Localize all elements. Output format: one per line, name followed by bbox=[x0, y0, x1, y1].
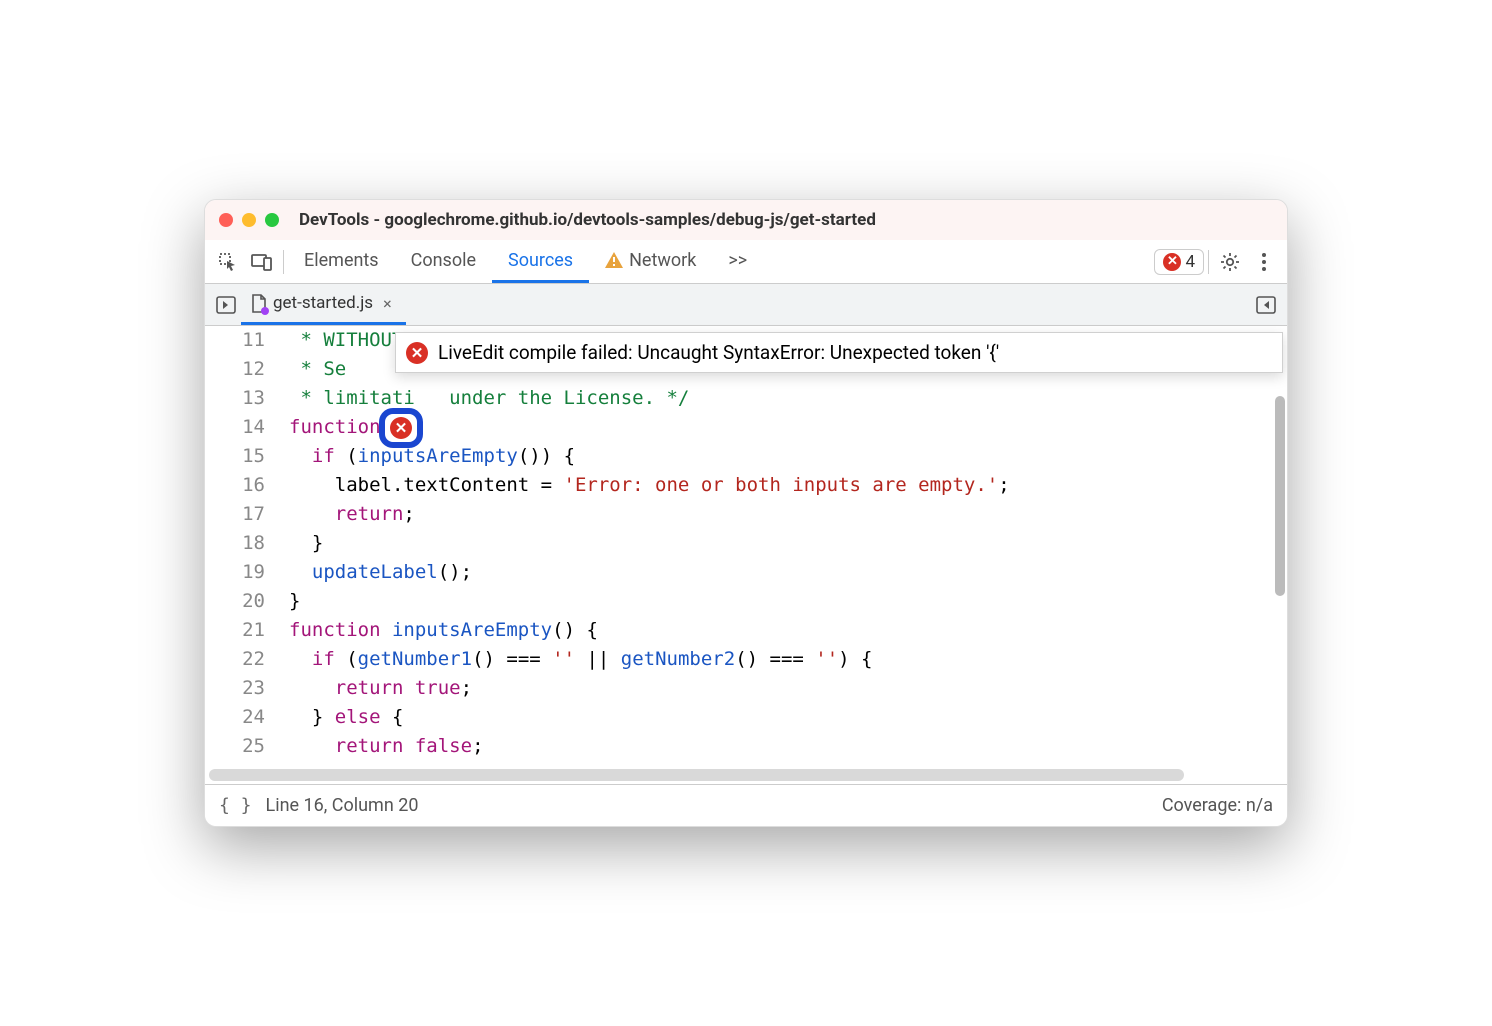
panel-tabs: Elements Console Sources Network >> bbox=[288, 240, 763, 283]
tab-sources[interactable]: Sources bbox=[492, 240, 589, 283]
line-number[interactable]: 18 bbox=[205, 529, 265, 558]
tab-elements[interactable]: Elements bbox=[288, 240, 395, 283]
code-line[interactable]: if (getNumber1() === '' || getNumber2() … bbox=[289, 645, 1287, 674]
more-tabs-label: >> bbox=[728, 250, 747, 271]
error-icon: ✕ bbox=[1163, 253, 1181, 271]
line-number[interactable]: 17 bbox=[205, 500, 265, 529]
tab-label: Network bbox=[629, 250, 696, 271]
file-tab-name: get-started.js bbox=[273, 293, 373, 313]
tab-label: Sources bbox=[508, 250, 573, 271]
close-window-button[interactable] bbox=[219, 213, 233, 227]
maximize-window-button[interactable] bbox=[265, 213, 279, 227]
code-line[interactable]: label.textContent = 'Error: one or both … bbox=[289, 471, 1287, 500]
line-number[interactable]: 13 bbox=[205, 384, 265, 413]
line-number[interactable]: 25 bbox=[205, 732, 265, 761]
line-number[interactable]: 11 bbox=[205, 326, 265, 355]
code-content[interactable]: * WITHOUT WARRANTIES OR CONDITIONS OF AN… bbox=[285, 326, 1287, 766]
file-tab[interactable]: get-started.js × bbox=[241, 284, 406, 325]
warning-icon bbox=[605, 252, 623, 268]
line-number[interactable]: 20 bbox=[205, 587, 265, 616]
editor: 111213141516171819202122232425 * WITHOUT… bbox=[205, 326, 1287, 766]
modified-dot-icon bbox=[261, 307, 269, 315]
line-number[interactable]: 21 bbox=[205, 616, 265, 645]
code-line[interactable]: } else { bbox=[289, 703, 1287, 732]
code-line[interactable]: function inputsAreEmpty() { bbox=[289, 616, 1287, 645]
line-number[interactable]: 19 bbox=[205, 558, 265, 587]
line-number[interactable]: 16 bbox=[205, 471, 265, 500]
code-line[interactable]: return false; bbox=[289, 732, 1287, 761]
code-line[interactable]: return true; bbox=[289, 674, 1287, 703]
error-count: 4 bbox=[1185, 252, 1195, 272]
tab-network[interactable]: Network bbox=[589, 240, 712, 283]
code-line[interactable]: return; bbox=[289, 500, 1287, 529]
coverage-status: Coverage: n/a bbox=[1162, 795, 1273, 816]
traffic-lights bbox=[219, 213, 279, 227]
scrollbar-thumb[interactable] bbox=[1275, 396, 1285, 596]
error-tooltip-text: LiveEdit compile failed: Uncaught Syntax… bbox=[438, 341, 999, 364]
tab-label: Console bbox=[411, 250, 476, 271]
tab-label: Elements bbox=[304, 250, 379, 271]
separator bbox=[1208, 250, 1209, 274]
line-number[interactable]: 24 bbox=[205, 703, 265, 732]
code-line[interactable]: } bbox=[289, 587, 1287, 616]
line-number-gutter: 111213141516171819202122232425 bbox=[205, 326, 285, 766]
file-tab-bar: get-started.js × bbox=[205, 284, 1287, 326]
code-line[interactable]: * limitati under the License. */ bbox=[289, 384, 1287, 413]
scrollbar-thumb[interactable] bbox=[209, 769, 1184, 781]
settings-icon[interactable] bbox=[1213, 245, 1247, 279]
devtools-window: DevTools - googlechrome.github.io/devtoo… bbox=[204, 199, 1288, 827]
show-navigator-icon[interactable] bbox=[211, 290, 241, 320]
code-line[interactable]: updateLabel(); bbox=[289, 558, 1287, 587]
line-number[interactable]: 23 bbox=[205, 674, 265, 703]
separator bbox=[283, 250, 284, 274]
device-toolbar-icon[interactable] bbox=[245, 245, 279, 279]
line-number[interactable]: 22 bbox=[205, 645, 265, 674]
main-toolbar: Elements Console Sources Network >> ✕ 4 bbox=[205, 240, 1287, 284]
code-editor[interactable]: 111213141516171819202122232425 * WITHOUT… bbox=[205, 326, 1287, 766]
horizontal-scrollbar[interactable] bbox=[205, 766, 1287, 784]
error-icon: ✕ bbox=[406, 342, 428, 364]
window-title: DevTools - googlechrome.github.io/devtoo… bbox=[299, 210, 876, 230]
error-tooltip: ✕ LiveEdit compile failed: Uncaught Synt… bbox=[395, 332, 1283, 373]
titlebar: DevTools - googlechrome.github.io/devtoo… bbox=[205, 200, 1287, 240]
code-line[interactable]: } bbox=[289, 529, 1287, 558]
line-number[interactable]: 12 bbox=[205, 355, 265, 384]
cursor-position: Line 16, Column 20 bbox=[266, 795, 419, 816]
code-line[interactable]: if (inputsAreEmpty()) { bbox=[289, 442, 1287, 471]
pretty-print-icon[interactable]: { } bbox=[219, 795, 252, 816]
error-icon: ✕ bbox=[390, 417, 412, 439]
status-bar: { } Line 16, Column 20 Coverage: n/a bbox=[205, 784, 1287, 826]
line-number[interactable]: 14 bbox=[205, 413, 265, 442]
error-marker-highlight: ✕ bbox=[379, 408, 423, 448]
file-icon bbox=[251, 294, 267, 313]
close-tab-icon[interactable]: × bbox=[379, 294, 396, 313]
error-count-badge[interactable]: ✕ 4 bbox=[1154, 249, 1204, 275]
kebab-menu-icon[interactable] bbox=[1247, 245, 1281, 279]
tab-more[interactable]: >> bbox=[712, 240, 763, 283]
inspect-element-icon[interactable] bbox=[211, 245, 245, 279]
line-number[interactable]: 15 bbox=[205, 442, 265, 471]
show-debugger-icon[interactable] bbox=[1251, 290, 1281, 320]
code-line[interactable]: function bbox=[289, 413, 1287, 442]
vertical-scrollbar[interactable] bbox=[1273, 326, 1287, 766]
minimize-window-button[interactable] bbox=[242, 213, 256, 227]
tab-console[interactable]: Console bbox=[395, 240, 492, 283]
